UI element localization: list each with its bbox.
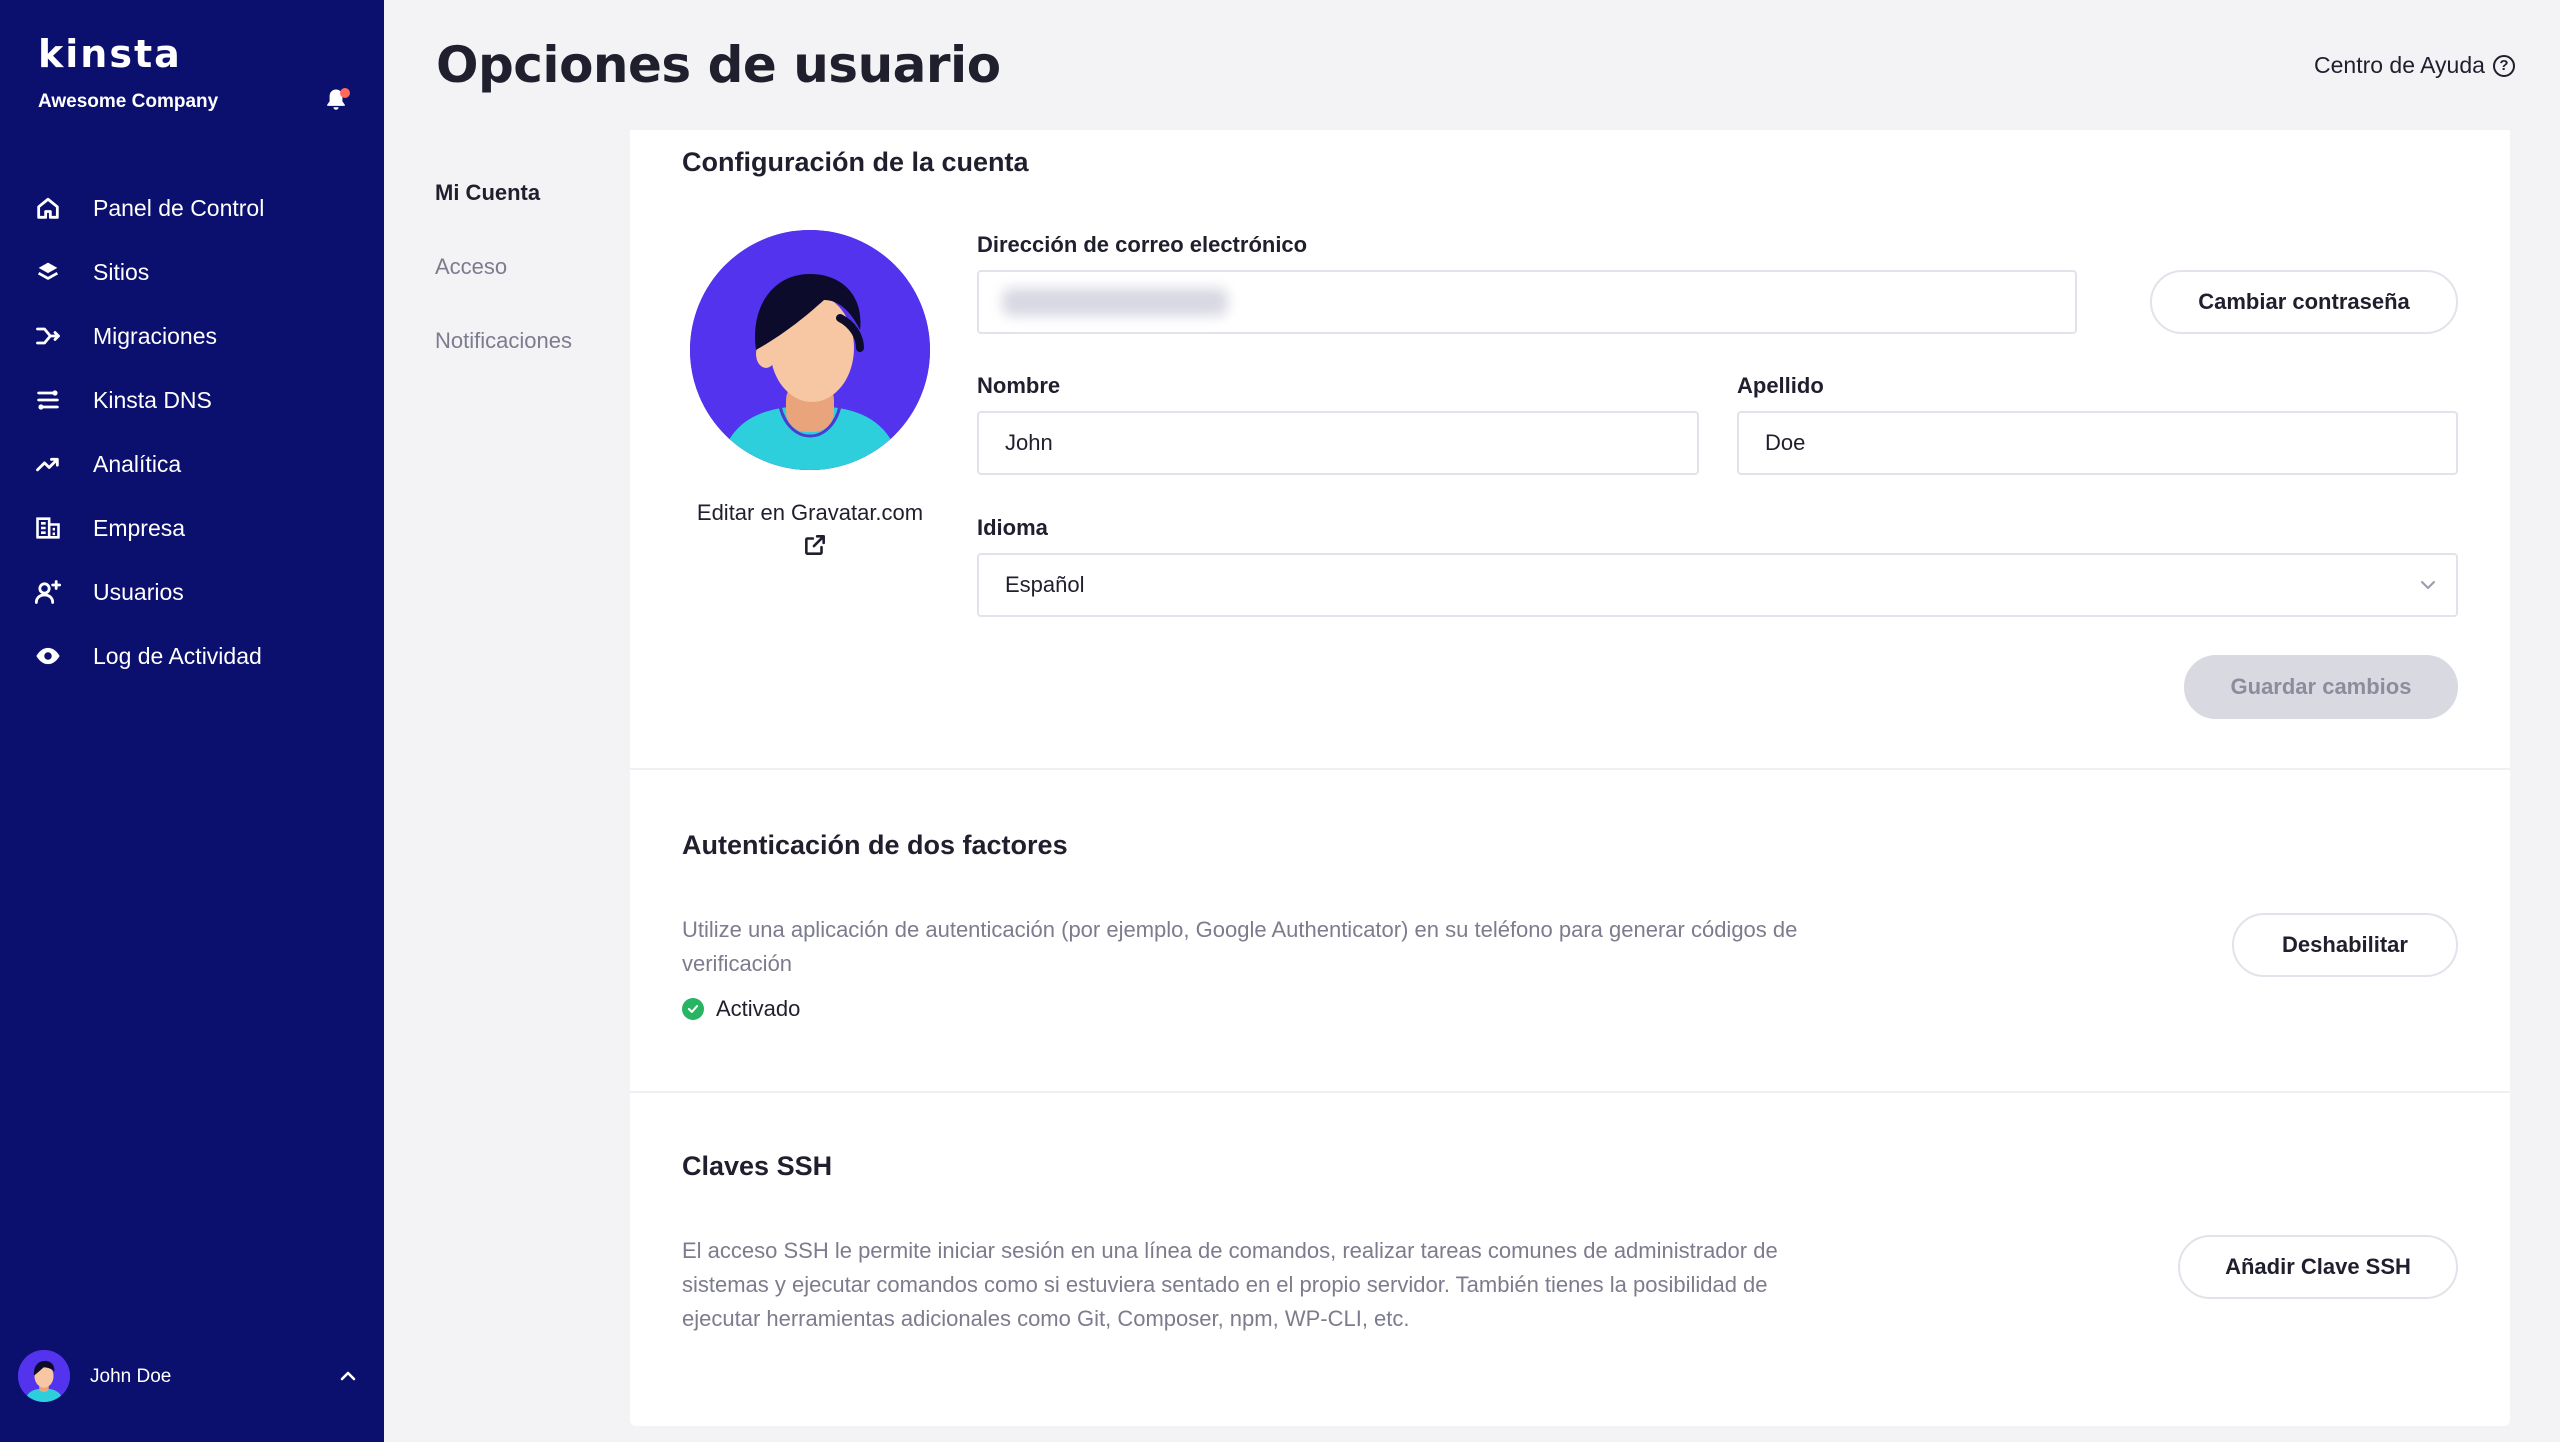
account-section-title: Configuración de la cuenta — [682, 147, 1029, 177]
language-select[interactable]: Español — [977, 553, 2458, 617]
help-center-label: Centro de Ayuda — [2314, 52, 2485, 78]
two-factor-section-title: Autenticación de dos factores — [682, 830, 1068, 860]
sidebar-item-label: Analítica — [93, 451, 182, 477]
sidebar-item-migrations[interactable]: Migraciones — [0, 308, 384, 364]
save-changes-button[interactable]: Guardar cambios — [2184, 655, 2458, 719]
layers-icon — [37, 262, 59, 280]
external-link-icon[interactable] — [802, 532, 828, 558]
user-menu[interactable]: John Doe — [18, 1350, 368, 1406]
add-ssh-key-button[interactable]: Añadir Clave SSH — [2178, 1235, 2458, 1299]
help-icon: ? — [2492, 54, 2515, 77]
sidebar-item-label: Kinsta DNS — [93, 387, 212, 413]
two-factor-description: Utilize una aplicación de autenticación … — [682, 917, 1798, 976]
page-title: Opciones de usuario — [436, 36, 1001, 94]
building-icon — [36, 517, 60, 539]
check-circle-icon — [682, 998, 704, 1020]
sidebar-item-activity-log[interactable]: Log de Actividad — [0, 628, 384, 684]
sidebar-item-panel[interactable]: Panel de Control — [0, 180, 384, 236]
sidebar-item-analytics[interactable]: Analítica — [0, 436, 384, 492]
ssh-description: El acceso SSH le permite iniciar sesión … — [682, 1238, 1778, 1331]
add-user-icon — [34, 580, 62, 604]
user-name: John Doe — [90, 1366, 172, 1387]
migration-icon — [36, 327, 60, 345]
sidebar-item-label: Sitios — [93, 259, 150, 285]
sidebar-item-company[interactable]: Empresa — [0, 500, 384, 556]
profile-avatar — [690, 230, 930, 470]
help-center-link[interactable]: Centro de Ayuda ? — [2314, 52, 2515, 79]
subnav-notifications[interactable]: Notificaciones — [435, 328, 572, 354]
subnav-my-account[interactable]: Mi Cuenta — [435, 180, 540, 206]
disable-two-factor-button[interactable]: Deshabilitar — [2232, 913, 2458, 977]
sidebar-item-label: Usuarios — [93, 579, 184, 605]
subnav-access[interactable]: Acceso — [435, 254, 507, 280]
eye-icon — [36, 647, 60, 665]
home-icon — [37, 197, 59, 219]
language-selected-value: Español — [1005, 572, 1085, 597]
company-name: Awesome Company — [38, 91, 219, 112]
kinsta-logo[interactable]: kinsta — [38, 32, 182, 76]
language-label: Idioma — [977, 515, 1048, 540]
sidebar-item-label: Empresa — [93, 515, 186, 541]
ssh-section-title: Claves SSH — [682, 1151, 833, 1181]
chevron-down-icon — [2421, 581, 2435, 589]
sidebar-item-label: Panel de Control — [93, 195, 265, 221]
two-factor-status-label: Activado — [716, 996, 801, 1021]
sidebar-item-users[interactable]: Usuarios — [0, 564, 384, 620]
notification-dot — [340, 88, 350, 98]
section-divider — [630, 1091, 2510, 1093]
first-name-field[interactable] — [977, 411, 1699, 475]
email-label: Dirección de correo electrónico — [977, 232, 1308, 257]
email-value-redacted — [1002, 288, 1228, 316]
avatar — [18, 1350, 70, 1402]
dns-icon — [37, 390, 59, 410]
sidebar: kinsta Awesome Company Panel de Control … — [0, 0, 384, 1442]
avatar-illustration — [18, 1350, 70, 1402]
last-name-field[interactable] — [1737, 411, 2458, 475]
trend-icon — [36, 457, 59, 472]
two-factor-status: Activado — [682, 996, 800, 1022]
chevron-up-icon[interactable] — [336, 1364, 360, 1388]
change-password-button[interactable]: Cambiar contraseña — [2150, 270, 2458, 334]
last-name-label: Apellido — [1737, 373, 1824, 398]
section-divider — [630, 768, 2510, 770]
gravatar-edit-link[interactable]: Editar en Gravatar.com — [680, 500, 940, 526]
sidebar-item-sites[interactable]: Sitios — [0, 244, 384, 300]
sidebar-item-label: Log de Actividad — [93, 643, 262, 669]
sidebar-item-label: Migraciones — [93, 323, 217, 349]
avatar-illustration — [690, 230, 930, 470]
sidebar-item-dns[interactable]: Kinsta DNS — [0, 372, 384, 428]
first-name-label: Nombre — [977, 373, 1061, 398]
